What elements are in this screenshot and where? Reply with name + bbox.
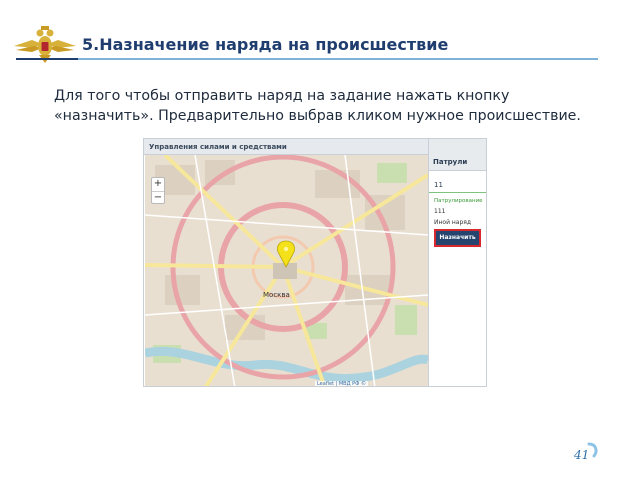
patrols-panel: Патрули 11 Патрулирование 111 Иной наряд… (428, 139, 486, 386)
patrol-task: Иной наряд (434, 219, 472, 226)
zoom-in-button[interactable]: + (152, 178, 164, 191)
title-underline (78, 58, 598, 60)
zoom-out-button[interactable]: − (152, 191, 164, 204)
title-underline-dark (16, 58, 78, 60)
patrol-id[interactable]: 11 (429, 171, 486, 193)
slide-title: 5.Назначение наряда на происшествие (82, 35, 449, 54)
patrol-status: Патрулирование (434, 198, 483, 204)
instruction-line-2: «назначить». Предварительно выбрав клико… (54, 108, 581, 124)
app-window: Управления силами и средствами Москва + … (143, 138, 487, 387)
zoom-control: + − (151, 177, 165, 204)
assign-button[interactable]: Назначить (434, 229, 481, 247)
map-canvas[interactable]: Москва (145, 155, 428, 387)
instruction-line-1: Для того чтобы отправить наряд на задани… (54, 88, 510, 104)
page-arc-icon (587, 442, 598, 458)
app-header-title: Управления силами и средствами (144, 139, 428, 155)
map-attribution[interactable]: Leaflet | МВД РФ © (314, 381, 368, 386)
patrol-unit-number: 111 (434, 208, 446, 215)
panel-title: Патрули (429, 139, 486, 171)
instruction-text: Для того чтобы отправить наряд на задани… (54, 86, 614, 126)
map-city-label: Москва (263, 291, 290, 299)
map-view[interactable]: Москва + − Leaflet | МВД РФ © (145, 155, 428, 387)
